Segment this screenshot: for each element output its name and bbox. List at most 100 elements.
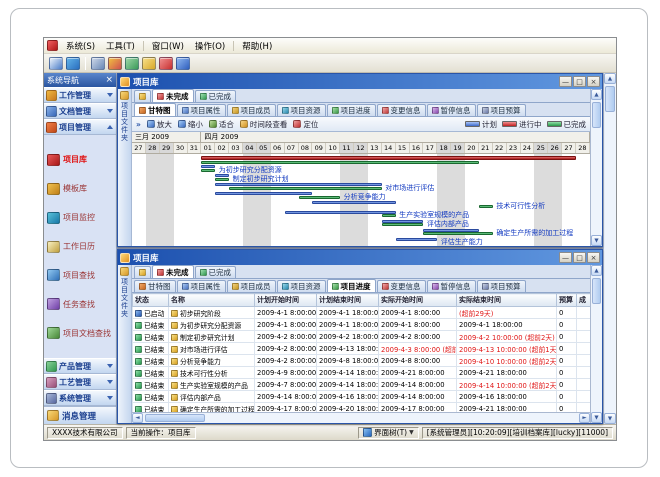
- table-row-9[interactable]: 已结束确定生产所需的加工过程2009-4-17 8:00:002009-4-20…: [133, 403, 591, 413]
- logout-icon[interactable]: [159, 57, 173, 70]
- plan-bar[interactable]: [215, 174, 229, 177]
- actual-bar[interactable]: [382, 223, 424, 226]
- message-management-tab[interactable]: 消息管理: [44, 406, 116, 424]
- gantt-folder-tab[interactable]: [134, 90, 151, 102]
- gantt-tab-gantt-chart[interactable]: 甘特图: [134, 103, 176, 116]
- gantt-tab-project-progress[interactable]: 项目进度: [327, 104, 376, 116]
- gantt-tab-project-resources[interactable]: 项目资源: [277, 104, 326, 116]
- help-icon[interactable]: [176, 57, 190, 70]
- scroll-track[interactable]: [604, 84, 616, 413]
- scroll-up-button[interactable]: ▲: [591, 265, 602, 276]
- gantt-window-titlebar[interactable]: 项目库 — □ ×: [118, 74, 602, 89]
- table-row-2[interactable]: 已结束为初步研究分配资源2009-4-1 8:00:002009-4-1 18:…: [133, 319, 591, 331]
- scroll-down-button[interactable]: ▼: [591, 235, 602, 246]
- monitor-icon[interactable]: [91, 57, 105, 70]
- sidebar-section-system-management[interactable]: 系统管理: [44, 390, 116, 406]
- globe-icon[interactable]: [66, 57, 80, 70]
- gantt-tab-project-properties[interactable]: 项目属性: [177, 104, 226, 116]
- table-tab-gantt-chart[interactable]: 甘特图: [134, 280, 176, 292]
- menu-item-2[interactable]: 工具(T): [101, 39, 140, 53]
- scroll-thumb[interactable]: [592, 278, 601, 304]
- time-range-button[interactable]: 时间段查看: [240, 119, 288, 130]
- scroll-track[interactable]: [591, 100, 602, 235]
- fit-button[interactable]: 适合: [209, 119, 234, 130]
- table-row-4[interactable]: 已结束对市场进行评估2009-4-2 8:00:002009-4-13 18:0…: [133, 343, 591, 355]
- column-header-status[interactable]: 状态: [133, 294, 169, 307]
- plan-bar[interactable]: [396, 238, 438, 241]
- locate-button[interactable]: 定位: [293, 119, 318, 130]
- table-folder-tab[interactable]: [134, 266, 151, 278]
- menu-item-4[interactable]: 操作(O): [190, 39, 230, 53]
- gantt-filter-tab-unfinished[interactable]: 未完成: [152, 89, 194, 102]
- sidebar-item-task-search[interactable]: 任务查找: [47, 298, 113, 310]
- menu-item-1[interactable]: 系统(S): [61, 39, 100, 53]
- lock-icon[interactable]: [142, 57, 156, 70]
- table-row-7[interactable]: 已结束生产实验室规模的产品2009-4-7 8:00:002009-4-14 1…: [133, 379, 591, 391]
- sidebar-item-project-monitor[interactable]: 项目监控: [47, 212, 113, 224]
- menu-item-3[interactable]: 窗口(W): [147, 39, 189, 53]
- table-horizontal-scrollbar[interactable]: ◄ ►: [132, 412, 590, 423]
- sidebar-section-product-management[interactable]: 产品管理: [44, 358, 116, 374]
- sidebar-item-template-library[interactable]: 模板库: [47, 183, 113, 195]
- actual-bar[interactable]: [229, 187, 382, 190]
- sidebar-section-work-management[interactable]: 工作管理: [44, 87, 116, 103]
- column-header-actual-start[interactable]: 实际开始时间: [379, 294, 457, 307]
- actual-bar[interactable]: [382, 214, 396, 217]
- column-header-name[interactable]: 名称: [169, 294, 255, 307]
- sidebar-section-process-management[interactable]: 工艺管理: [44, 374, 116, 390]
- save-icon[interactable]: [49, 57, 63, 70]
- gantt-tab-project-budget[interactable]: 项目预算: [477, 104, 526, 116]
- actual-bar[interactable]: [201, 169, 215, 172]
- table-row-6[interactable]: 已结束技术可行性分析2009-4-9 8:00:002009-4-14 18:0…: [133, 367, 591, 379]
- table-vertical-scrollbar[interactable]: ▲ ▼: [590, 265, 602, 423]
- table-row-1[interactable]: 已启动初步研究阶段2009-4-1 8:00:002009-4-1 18:00:…: [133, 307, 591, 319]
- scroll-up-button[interactable]: ▲: [604, 73, 616, 84]
- column-header-plan-end[interactable]: 计划结束时间: [317, 294, 379, 307]
- gantt-filter-tab-finished[interactable]: 已完成: [195, 90, 237, 102]
- scroll-right-button[interactable]: ►: [579, 413, 590, 423]
- actual-bar[interactable]: [299, 196, 341, 199]
- folder-side-tab[interactable]: 项目文件夹: [118, 89, 132, 246]
- table-row-8[interactable]: 已结束评估内部产品2009-4-14 8:00:002009-4-16 18:0…: [133, 391, 591, 403]
- column-header-actual-end[interactable]: 实际结束时间: [457, 294, 557, 307]
- scroll-down-button[interactable]: ▼: [604, 413, 616, 424]
- zoom-out-button[interactable]: 缩小: [178, 119, 203, 130]
- summary-actual-bar[interactable]: [201, 161, 479, 164]
- column-header-budget[interactable]: 预算: [557, 294, 577, 307]
- gantt-vertical-scrollbar[interactable]: ▲ ▼: [590, 89, 602, 246]
- scroll-thumb[interactable]: [592, 102, 601, 128]
- column-header-plan-start[interactable]: 计划开始时间: [255, 294, 317, 307]
- plan-bar[interactable]: [201, 165, 215, 168]
- actual-bar[interactable]: [479, 205, 493, 208]
- gantt-tab-pause-info[interactable]: 暂停信息: [427, 104, 476, 116]
- scroll-down-button[interactable]: ▼: [591, 412, 602, 423]
- table-tab-project-progress[interactable]: 项目进度: [327, 279, 376, 292]
- scroll-thumb[interactable]: [605, 86, 615, 112]
- close-button[interactable]: ×: [587, 252, 600, 263]
- column-header-cost[interactable]: 成: [577, 294, 591, 307]
- table-filter-tab-unfinished[interactable]: 未完成: [152, 265, 194, 278]
- maximize-button[interactable]: □: [573, 76, 586, 87]
- plan-bar[interactable]: [215, 183, 382, 186]
- table-filter-tab-finished[interactable]: 已完成: [195, 266, 237, 278]
- sidebar-section-project-management[interactable]: 项目管理: [44, 119, 116, 135]
- sidebar-close-icon[interactable]: ×: [105, 76, 113, 85]
- menu-item-5[interactable]: 帮助(H): [237, 39, 277, 53]
- interface-tree-button[interactable]: 界面树(T) ▼: [358, 427, 419, 439]
- overflow-chevron-icon[interactable]: »: [136, 120, 141, 129]
- plan-bar[interactable]: [312, 201, 395, 204]
- table-row-3[interactable]: 已结束制定初步研究计划2009-4-2 8:00:002009-4-2 18:0…: [133, 331, 591, 343]
- scroll-track[interactable]: [591, 276, 602, 412]
- sidebar-item-project-search[interactable]: 项目查找: [47, 269, 113, 281]
- table-tab-change-info[interactable]: 变更信息: [377, 280, 426, 292]
- scroll-track[interactable]: [143, 413, 579, 423]
- summary-bar[interactable]: [201, 156, 576, 160]
- close-button[interactable]: ×: [587, 76, 600, 87]
- sidebar-item-work-calendar[interactable]: 工作日历: [47, 241, 113, 253]
- table-tab-project-resources[interactable]: 项目资源: [277, 280, 326, 292]
- folder-side-tab[interactable]: 项目文件夹: [118, 265, 132, 423]
- scroll-left-button[interactable]: ◄: [132, 413, 143, 423]
- mdi-vertical-scrollbar[interactable]: ▲ ▼: [603, 73, 616, 424]
- table-row-5[interactable]: 已结束分析竞争能力2009-4-2 8:00:002009-4-8 18:00:…: [133, 355, 591, 367]
- maximize-button[interactable]: □: [573, 252, 586, 263]
